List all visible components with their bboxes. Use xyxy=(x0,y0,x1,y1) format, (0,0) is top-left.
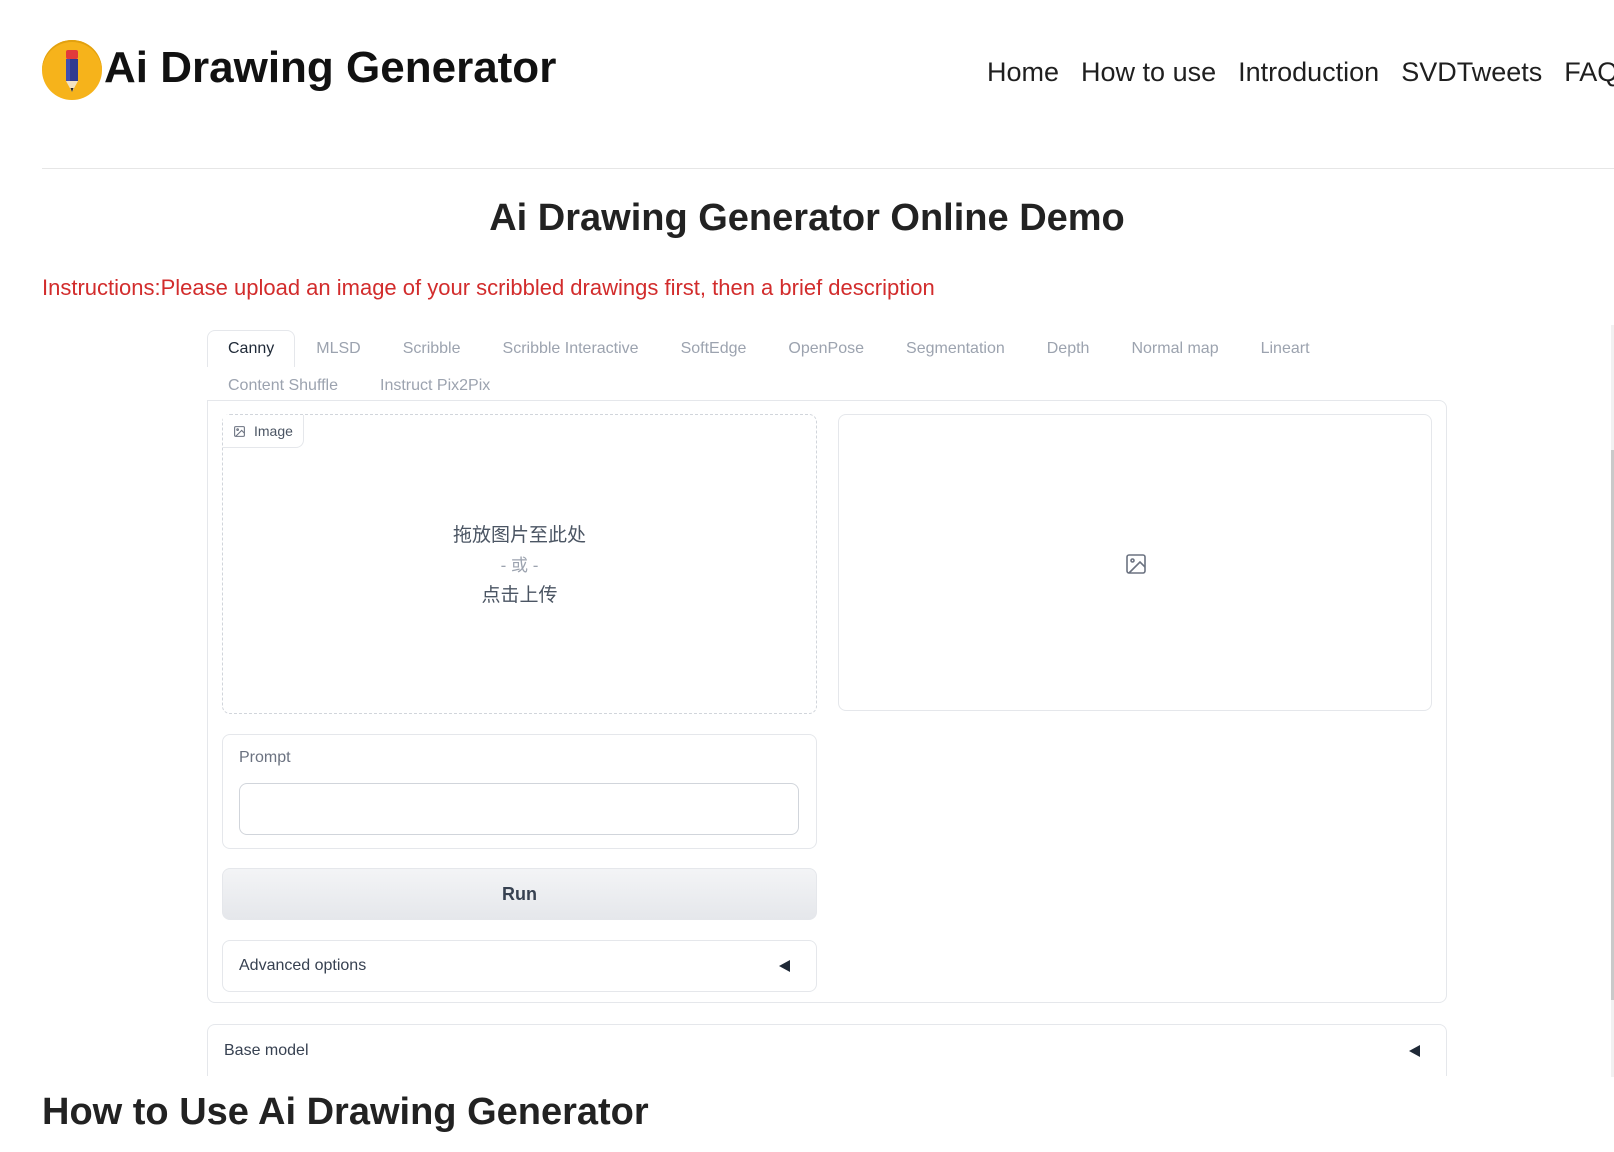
site-title[interactable]: Ai Drawing Generator xyxy=(104,40,556,96)
tab-mlsd[interactable]: MLSD xyxy=(295,330,381,367)
image-placeholder-icon xyxy=(1126,554,1146,574)
instructions-text: Instructions:Please upload an image of y… xyxy=(42,275,935,300)
top-nav: Home How to use Introduction SVDTweets F… xyxy=(987,50,1614,94)
upload-drop-text: 拖放图片至此处 xyxy=(452,525,586,546)
model-tabs: Canny MLSD Scribble Scribble Interactive… xyxy=(207,330,1447,404)
collapse-triangle-icon[interactable] xyxy=(1409,1044,1420,1057)
tab-normal-map[interactable]: Normal map xyxy=(1110,330,1239,367)
collapse-triangle-icon[interactable] xyxy=(779,960,790,972)
nav-faq[interactable]: FAQ xyxy=(1564,50,1614,94)
nav-home[interactable]: Home xyxy=(987,50,1059,94)
output-image xyxy=(838,414,1432,711)
how-to-use-heading: How to Use Ai Drawing Generator xyxy=(42,1091,649,1133)
pencil-icon xyxy=(66,50,78,92)
tab-instruct-pix2pix[interactable]: Instruct Pix2Pix xyxy=(359,367,511,404)
upload-or-text: - 或 - xyxy=(500,556,539,575)
tab-scribble[interactable]: Scribble xyxy=(382,330,482,367)
upload-click-text: 点击上传 xyxy=(481,585,558,606)
tab-lineart[interactable]: Lineart xyxy=(1240,330,1331,367)
tab-segmentation[interactable]: Segmentation xyxy=(885,330,1026,367)
base-model-label: Base model xyxy=(224,1041,309,1059)
prompt-input[interactable] xyxy=(239,783,799,835)
prompt-label: Prompt xyxy=(239,749,291,766)
tab-depth[interactable]: Depth xyxy=(1026,330,1111,367)
prompt-block: Prompt xyxy=(222,734,817,849)
image-label: Image xyxy=(254,423,293,439)
tab-openpose[interactable]: OpenPose xyxy=(767,330,885,367)
upload-instructions[interactable]: 拖放图片至此处 - 或 - 点击上传 xyxy=(223,521,816,611)
tab-canny[interactable]: Canny xyxy=(207,330,296,367)
tab-softedge[interactable]: SoftEdge xyxy=(660,330,768,367)
nav-introduction[interactable]: Introduction xyxy=(1238,50,1379,94)
image-label-chip: Image xyxy=(223,415,304,448)
nav-svdtweets[interactable]: SVDTweets xyxy=(1401,50,1542,94)
image-icon xyxy=(234,425,245,437)
run-button[interactable]: Run xyxy=(222,868,817,920)
nav-how-to-use[interactable]: How to use xyxy=(1081,50,1216,94)
advanced-options-label: Advanced options xyxy=(239,957,367,974)
tab-scribble-interactive[interactable]: Scribble Interactive xyxy=(482,330,660,367)
logo-badge[interactable] xyxy=(42,40,102,100)
tab-content-shuffle[interactable]: Content Shuffle xyxy=(207,367,359,404)
header-divider xyxy=(42,168,1614,169)
advanced-options-accordion[interactable]: Advanced options xyxy=(222,940,817,992)
image-upload-dropzone[interactable]: Image 拖放图片至此处 - 或 - 点击上传 xyxy=(222,414,817,714)
page-title: Ai Drawing Generator Online Demo xyxy=(489,197,1125,239)
base-model-accordion[interactable]: Base model xyxy=(207,1024,1447,1076)
